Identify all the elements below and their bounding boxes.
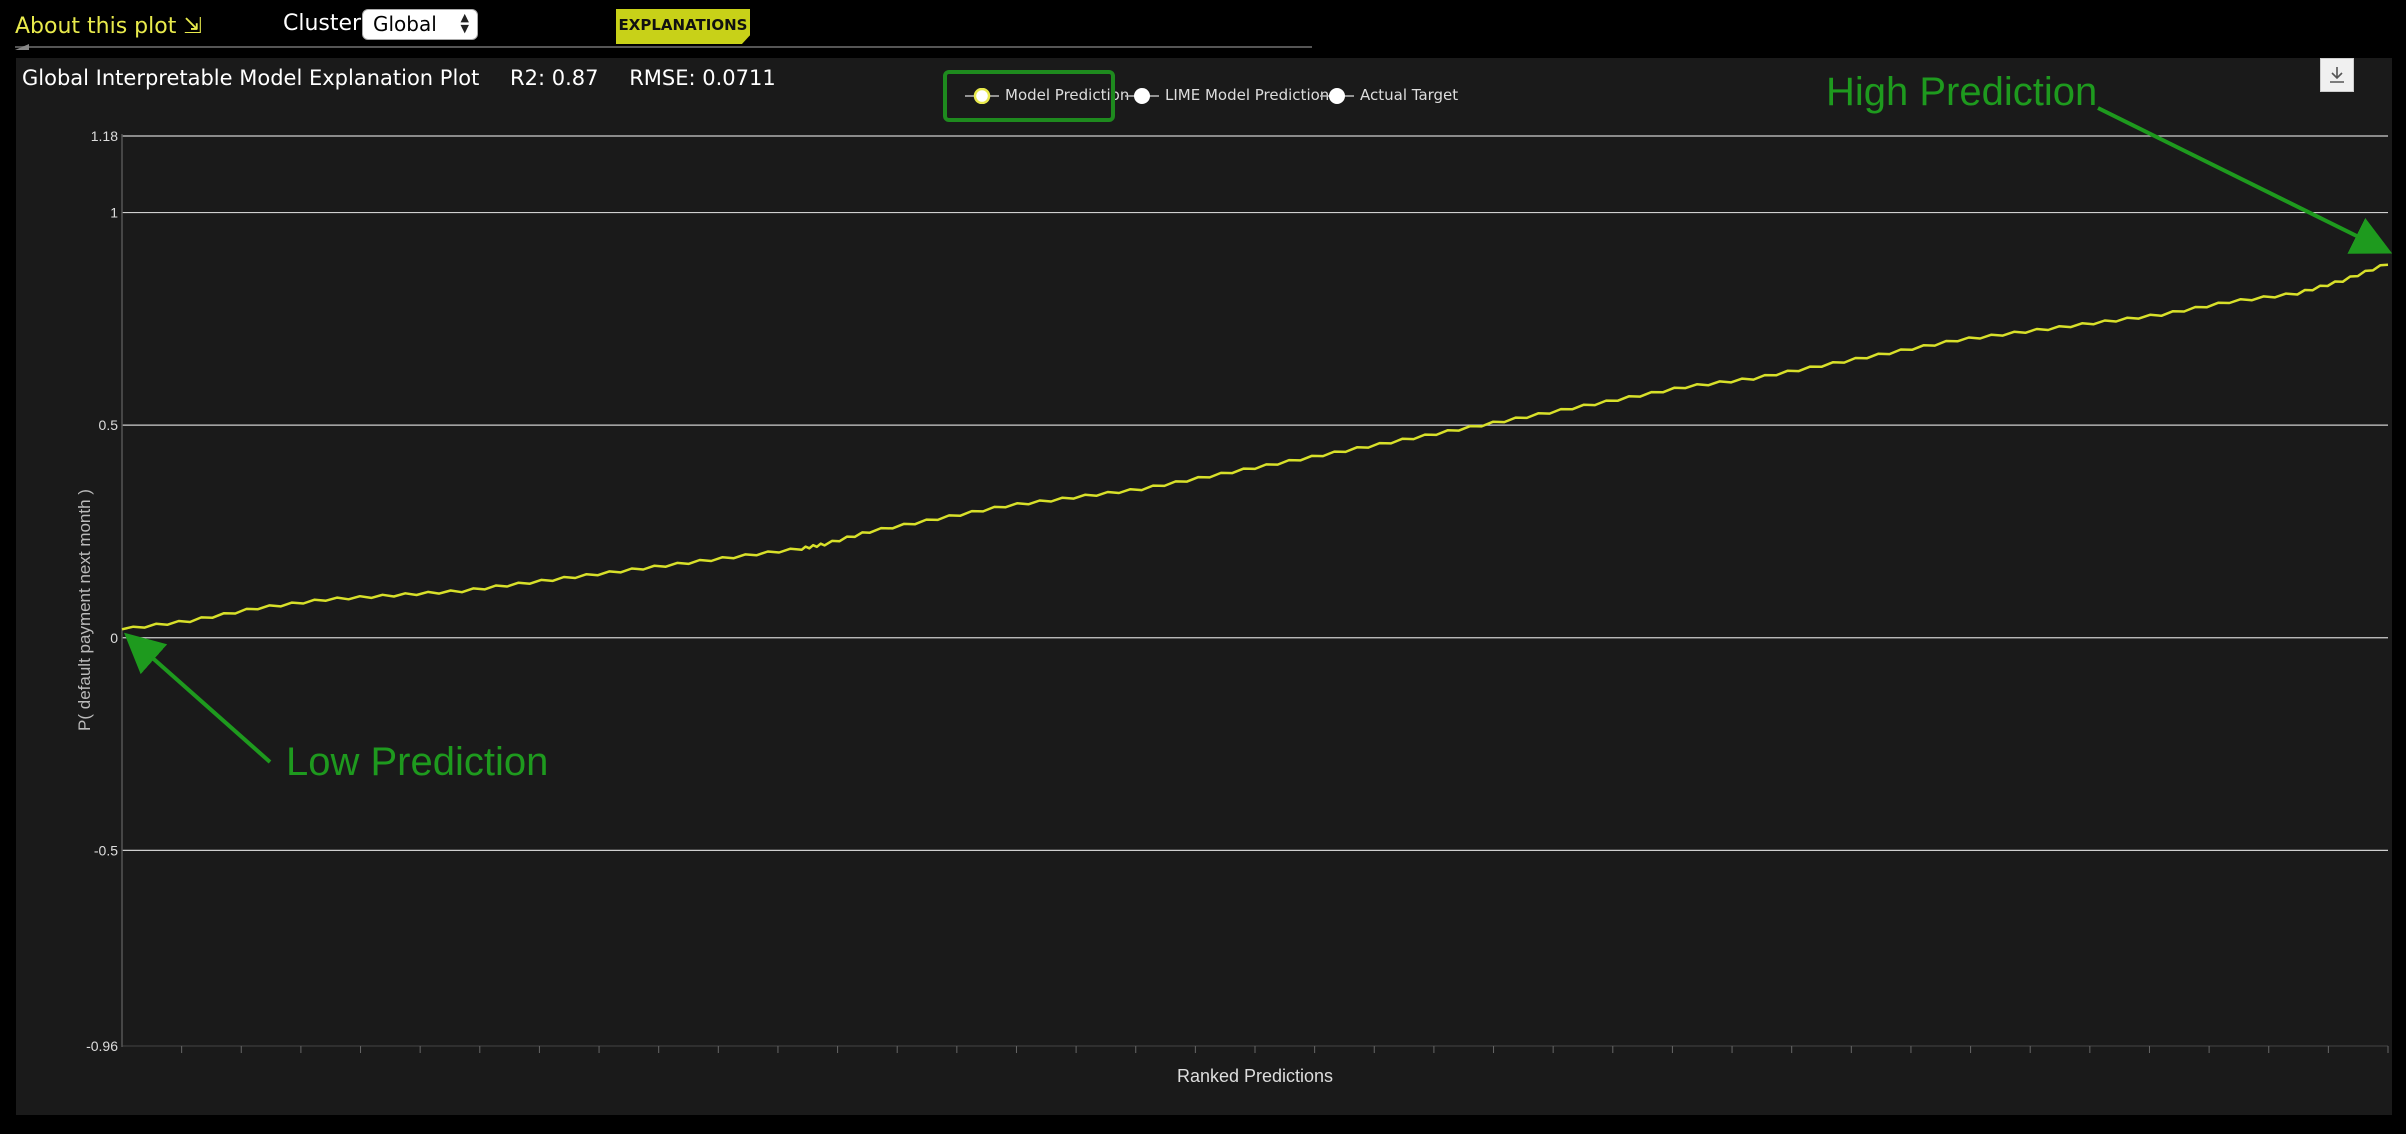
legend-label: Model Prediction [1005,86,1130,104]
cluster-label: Cluster: [283,11,369,36]
legend-label: LIME Model Prediction [1165,86,1330,104]
legend-marker-actual-target [1320,88,1354,104]
toolbar: About this plot ⇲ Cluster: Global ▲ ▼ EXP… [0,0,2406,56]
download-button[interactable] [2320,58,2354,92]
plot-title: Global Interpretable Model Explanation P… [22,66,480,90]
r2-metric: R2: 0.87 [510,66,599,90]
download-icon [2330,67,2344,83]
legend-label: Actual Target [1360,86,1459,104]
legend-marker-model-prediction [965,88,999,104]
cluster-select[interactable]: Global ▲ ▼ [362,9,478,40]
high-prediction-annotation: High Prediction [1826,70,2098,114]
explanations-button[interactable]: EXPLANATIONS [616,9,750,44]
cluster-select-value: Global [373,12,437,36]
rmse-metric: RMSE: 0.0711 [629,66,776,90]
select-arrows-icon: ▲ ▼ [460,11,469,35]
low-prediction-annotation: Low Prediction [286,740,549,784]
legend-marker-lime-prediction [1125,88,1159,104]
toolbar-divider [15,46,1312,48]
plot-header: Global Interpretable Model Explanation P… [22,66,800,90]
plot-panel [16,58,2392,1115]
about-plot-link[interactable]: About this plot ⇲ [15,14,202,39]
